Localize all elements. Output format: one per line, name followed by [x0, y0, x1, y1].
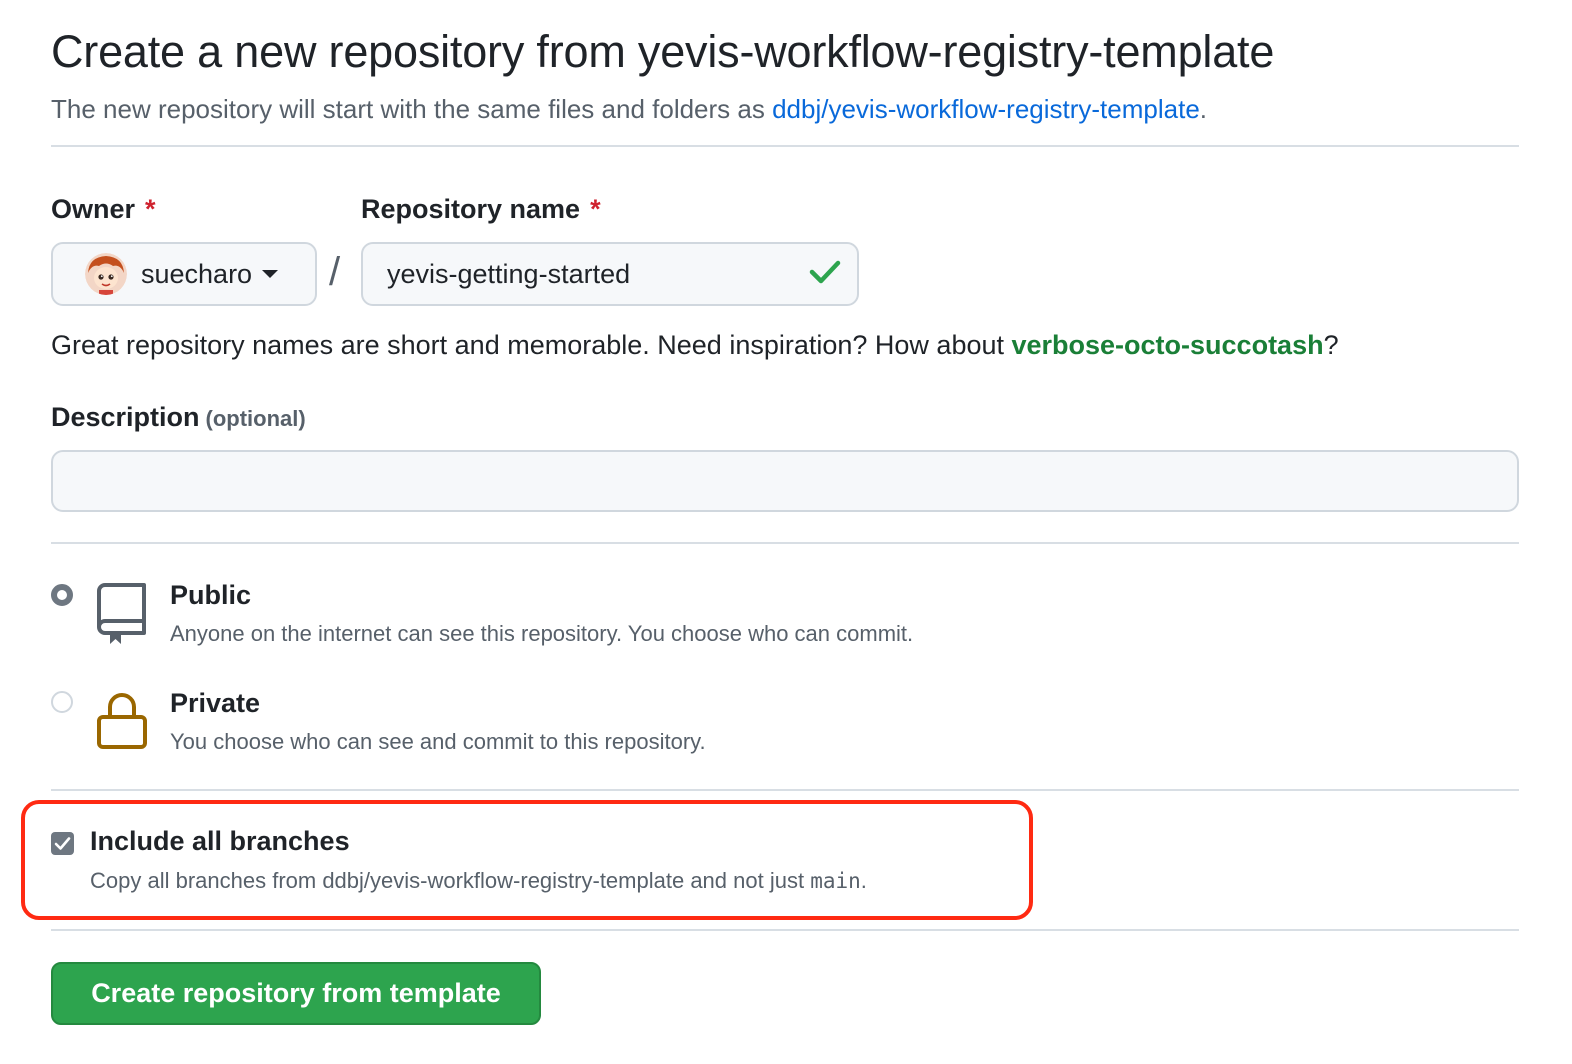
- create-repository-button[interactable]: Create repository from template: [51, 962, 541, 1025]
- create-from-template-form: Create a new repository from yevis-workf…: [21, 0, 1519, 1064]
- name-suggestion-link[interactable]: verbose-octo-succotash: [1012, 330, 1324, 360]
- owner-repo-separator: /: [329, 250, 341, 294]
- public-description: Anyone on the internet can see this repo…: [170, 621, 914, 646]
- template-repo-link[interactable]: ddbj/yevis-workflow-registry-template: [772, 94, 1200, 124]
- private-radio[interactable]: [51, 691, 73, 713]
- required-mark: *: [590, 194, 601, 224]
- repository-name-field[interactable]: yevis-getting-started: [361, 242, 859, 306]
- optional-tag: (optional): [205, 406, 306, 431]
- owner-label: Owner *: [51, 194, 156, 225]
- check-icon: [809, 259, 841, 290]
- highlight-annotation: [21, 800, 1033, 920]
- repository-name-label: Repository name *: [361, 194, 601, 225]
- avatar: [85, 253, 127, 295]
- hint-question-mark: ?: [1323, 330, 1339, 360]
- lock-icon: [97, 690, 147, 755]
- subtitle-text: The new repository will start with the s…: [51, 94, 773, 124]
- public-title: Public: [170, 580, 252, 610]
- owner-select[interactable]: suecharo: [51, 242, 317, 306]
- private-title: Private: [170, 688, 261, 718]
- page-subtitle: The new repository will start with the s…: [51, 94, 1207, 125]
- subtitle-period: .: [1199, 94, 1208, 124]
- repository-name-label-text: Repository name: [361, 194, 581, 224]
- description-input[interactable]: [51, 450, 1519, 512]
- repository-name-hint: Great repository names are short and mem…: [51, 330, 1339, 361]
- owner-label-text: Owner: [51, 194, 136, 224]
- repository-name-value[interactable]: yevis-getting-started: [387, 259, 809, 290]
- private-description: You choose who can see and commit to thi…: [170, 729, 706, 754]
- description-label-text: Description: [51, 402, 200, 432]
- divider: [51, 145, 1519, 147]
- divider: [51, 789, 1519, 791]
- chevron-down-icon: [262, 270, 279, 278]
- divider: [51, 929, 1519, 931]
- divider: [51, 542, 1519, 544]
- repo-icon: [97, 582, 147, 651]
- hint-text: Great repository names are short and mem…: [51, 330, 1012, 360]
- page-title: Create a new repository from yevis-workf…: [51, 26, 1275, 77]
- public-radio[interactable]: [51, 584, 73, 606]
- required-mark: *: [145, 194, 156, 224]
- description-label: Description (optional): [51, 402, 306, 433]
- owner-name: suecharo: [141, 258, 253, 289]
